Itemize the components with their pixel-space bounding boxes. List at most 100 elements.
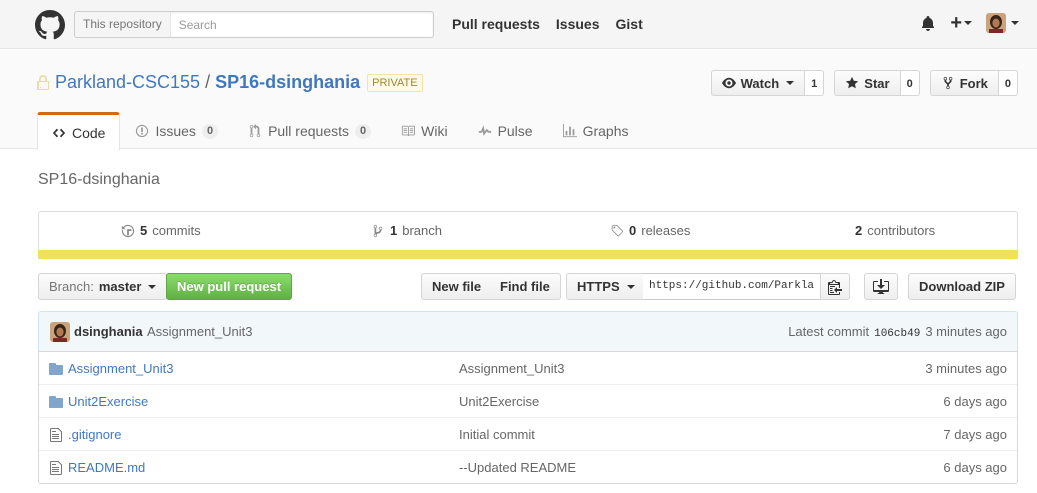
create-new-menu[interactable]: + [950, 12, 972, 34]
file-row: Assignment_Unit3 Assignment_Unit3 3 minu… [39, 351, 1017, 384]
watch-count[interactable]: 1 [805, 70, 825, 96]
private-badge: PRIVATE [367, 73, 423, 92]
file-name-link[interactable]: Assignment_Unit3 [68, 361, 174, 376]
tab-pulse[interactable]: Pulse [463, 112, 548, 149]
tab-issues[interactable]: Issues 0 [120, 112, 233, 149]
tab-code[interactable]: Code [37, 112, 121, 150]
star-label: Star [864, 75, 890, 91]
repo-description: SP16-dsinghania [38, 171, 160, 188]
star-group: Star 0 [834, 70, 920, 96]
download-zip-button[interactable]: Download ZIP [908, 273, 1016, 300]
releases-label: releases [641, 223, 691, 238]
fork-count[interactable]: 0 [998, 70, 1018, 96]
branch-select-button[interactable]: Branch: master [38, 273, 168, 300]
fork-group: Fork 0 [929, 70, 1018, 96]
watch-button[interactable]: Watch [710, 70, 806, 96]
nav-pull-requests[interactable]: Pull requests [452, 16, 540, 32]
path-separator: / [205, 72, 211, 92]
file-text-icon [50, 461, 62, 475]
commits-link[interactable]: 5 commits [121, 223, 201, 238]
issue-icon [136, 124, 149, 138]
file-age: 6 days ago [943, 394, 1007, 409]
tab-graphs[interactable]: Graphs [548, 112, 644, 149]
file-list: Assignment_Unit3 Assignment_Unit3 3 minu… [38, 351, 1018, 484]
star-icon [846, 76, 859, 89]
file-commit-message[interactable]: --Updated README [459, 460, 576, 475]
caret-down-icon [626, 284, 635, 289]
star-button[interactable]: Star [834, 70, 901, 96]
watch-label: Watch [740, 75, 780, 91]
tag-icon [611, 224, 624, 236]
book-icon [402, 125, 416, 137]
tab-code-label: Code [72, 124, 106, 141]
pull-request-icon [249, 124, 261, 138]
search-scope-label[interactable]: This repository [75, 12, 171, 37]
star-count[interactable]: 0 [900, 70, 920, 96]
contributors-count: 2 [855, 223, 863, 238]
eye-icon [721, 77, 736, 89]
copy-url-button[interactable] [820, 273, 850, 300]
file-text-icon [50, 428, 62, 442]
fork-button[interactable]: Fork [929, 70, 999, 96]
header-user-actions: + [920, 13, 1019, 33]
repo-header: Parkland-CSC155 / SP16-dsinghania PRIVAT… [0, 50, 1037, 150]
clone-url-input[interactable]: https://github.com/Parkla [643, 273, 820, 300]
releases-link[interactable]: 0 releases [610, 223, 690, 238]
contributors-link[interactable]: 2 contributors [855, 223, 935, 238]
file-commit-message[interactable]: Initial commit [459, 427, 535, 442]
clone-protocol-label: HTTPS [577, 279, 620, 294]
desktop-download-icon [873, 278, 889, 294]
tab-wiki[interactable]: Wiki [386, 112, 462, 149]
file-navigation: Branch: master New pull request New file… [38, 273, 1018, 301]
commit-sha-link[interactable]: 106cb49 [874, 328, 920, 340]
repo-owner-link[interactable]: Parkland-CSC155 [55, 72, 200, 93]
plus-icon: + [950, 12, 962, 34]
commit-message-link[interactable]: Assignment_Unit3 [147, 324, 253, 339]
new-file-button[interactable]: New file [421, 273, 493, 300]
history-icon [121, 224, 135, 237]
nav-gist[interactable]: Gist [616, 16, 643, 32]
tab-pulls-label: Pull requests [268, 123, 349, 139]
language-bar[interactable] [38, 250, 1018, 259]
open-in-desktop-button[interactable] [864, 273, 898, 300]
find-file-button[interactable]: Find file [490, 273, 561, 300]
commits-count: 5 [140, 223, 148, 238]
file-commit-message[interactable]: Assignment_Unit3 [459, 361, 565, 376]
contributors-label: contributors [867, 223, 936, 238]
caret-down-icon [148, 284, 157, 289]
file-commit-message[interactable]: Unit2Exercise [459, 394, 539, 409]
search-input[interactable] [170, 13, 433, 36]
new-pull-request-button[interactable]: New pull request [166, 273, 293, 300]
branches-link[interactable]: 1 branch [371, 223, 442, 238]
file-row: Unit2Exercise Unit2Exercise 6 days ago [39, 384, 1017, 417]
caret-down-icon [786, 81, 795, 85]
issues-counter: 0 [201, 123, 219, 139]
commit-age: 3 minutes ago [925, 324, 1007, 339]
nav-issues[interactable]: Issues [556, 16, 600, 32]
file-name-link[interactable]: .gitignore [68, 427, 121, 442]
file-age: 6 days ago [943, 460, 1007, 475]
releases-count: 0 [629, 223, 637, 238]
avatar[interactable] [50, 322, 70, 342]
file-name-link[interactable]: README.md [68, 460, 145, 475]
code-icon [52, 128, 66, 137]
pulse-icon [478, 125, 491, 136]
commit-author-link[interactable]: dsinghania [74, 324, 143, 339]
file-name-link[interactable]: Unit2Exercise [68, 394, 148, 409]
repo-nav: Code Issues 0 Pull requests 0 Wiki Pulse… [37, 112, 644, 150]
user-menu[interactable] [986, 13, 1019, 33]
bell-icon[interactable] [920, 15, 936, 31]
fork-label: Fork [959, 75, 988, 91]
tab-pull-requests[interactable]: Pull requests 0 [233, 112, 386, 149]
pulls-counter: 0 [355, 123, 372, 139]
tab-pulse-label: Pulse [497, 123, 533, 139]
tab-wiki-label: Wiki [421, 123, 448, 139]
caret-down-icon [964, 21, 972, 25]
github-logo-icon[interactable] [35, 10, 65, 40]
file-row: README.md --Updated README 6 days ago [39, 450, 1017, 483]
tab-issues-label: Issues [155, 123, 196, 139]
caret-down-icon [1011, 21, 1019, 25]
repo-name-link[interactable]: SP16-dsinghania [215, 72, 360, 93]
search-box: This repository [74, 11, 434, 38]
clone-protocol-button[interactable]: HTTPS [566, 273, 646, 300]
